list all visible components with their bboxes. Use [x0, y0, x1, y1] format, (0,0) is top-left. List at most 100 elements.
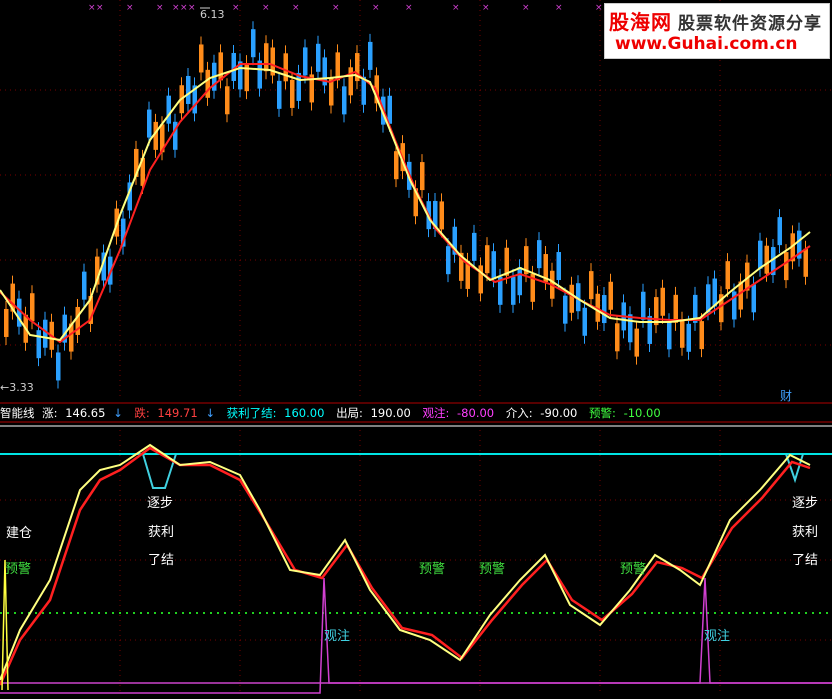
candle-body	[504, 247, 509, 276]
candle-body	[420, 162, 425, 191]
candle-body	[556, 252, 561, 281]
candle-body	[673, 294, 678, 323]
candle-body	[582, 307, 587, 336]
candle-body	[680, 319, 685, 348]
candle-body	[706, 284, 711, 313]
top-x-marker: ×	[452, 3, 460, 13]
annotation-warning: 预警	[620, 562, 647, 577]
low-price-marker: ←3.33	[0, 381, 34, 394]
candle-body	[485, 245, 490, 274]
indicator-name: 智能线	[0, 406, 35, 420]
candle-body	[342, 86, 347, 115]
annotation-watch: 观注	[324, 629, 351, 644]
candle-body	[296, 72, 301, 101]
candle-body	[686, 323, 691, 352]
legend-fall: 跌: 149.71 ↓	[134, 406, 215, 420]
indicator-title-bar: 智能线 涨: 146.65 ↓ 跌: 149.71 ↓ 获利了结: 160.00…	[0, 405, 669, 421]
candle-body	[777, 217, 782, 246]
legend-watch: 观注: -80.00	[422, 406, 495, 420]
candle-body	[667, 321, 672, 350]
top-x-marker: ×	[126, 3, 134, 13]
candle-body	[472, 232, 477, 261]
logo-tagline: 股票软件资源分享	[678, 14, 822, 34]
site-logo[interactable]: 股海网 股票软件资源分享 www.Guhai.com.cn	[604, 3, 830, 59]
candle-body	[166, 95, 171, 124]
build-position-spike	[1, 559, 9, 691]
candle-body	[758, 240, 763, 269]
candle-body	[569, 284, 574, 313]
candle-body	[251, 29, 256, 58]
candle-body	[615, 323, 620, 352]
candle-body	[30, 293, 35, 322]
annotation-gradual: 逐步	[792, 496, 819, 511]
candle-body	[608, 281, 613, 310]
top-x-marker: ×	[292, 3, 300, 13]
legend-take-profit: 获利了结: 160.00	[226, 406, 325, 420]
candle-body	[654, 297, 659, 326]
legend-entry: 介入: -90.00	[505, 406, 578, 420]
top-x-marker: ×	[156, 3, 164, 13]
candle-body	[602, 295, 607, 324]
candle-body	[218, 52, 223, 81]
candle-body	[803, 248, 808, 277]
candle-body	[36, 330, 41, 359]
candle-body	[316, 43, 321, 72]
logo-url: www.Guhai.com.cn	[615, 34, 798, 54]
top-x-marker: ×	[172, 3, 180, 13]
logo-brand: 股海网	[609, 10, 672, 34]
candle-body	[660, 287, 665, 316]
legend-warning: 预警: -10.00	[589, 406, 661, 420]
candle-body	[186, 75, 191, 104]
top-x-marker: ×	[332, 3, 340, 13]
annotation-warning: 预警	[5, 562, 32, 577]
candle-body	[277, 80, 282, 109]
annotation-take-profit: 获利	[148, 525, 175, 540]
candle-body	[634, 328, 639, 357]
candle-body	[4, 308, 9, 337]
annotation-build-position: 建仓	[6, 526, 33, 541]
annotation-take-profit: 获利	[792, 525, 819, 540]
top-x-marker: ×	[522, 3, 530, 13]
top-x-marker: ×	[96, 3, 104, 13]
top-x-marker: ×	[405, 3, 413, 13]
annotation-warning: 预警	[419, 562, 446, 577]
candle-body	[82, 271, 87, 300]
candle-body	[290, 79, 295, 108]
top-x-marker: ×	[262, 3, 270, 13]
candle-body	[147, 109, 152, 138]
candle-body	[56, 352, 61, 381]
stock-chart[interactable]: ×××××××××××××××××××××× 6.13 ←3.33 财	[0, 0, 832, 699]
top-x-marker: ×	[88, 3, 96, 13]
top-x-marker: ×	[188, 3, 196, 13]
indicator-rise-line	[0, 443, 811, 681]
candle-body	[641, 291, 646, 320]
annotation-gradual: 逐步	[147, 496, 174, 511]
candle-body	[589, 271, 594, 300]
top-x-marker: ×	[555, 3, 563, 13]
slow-moving-average-line	[0, 63, 811, 344]
logo-brand-row: 股海网 股票软件资源分享	[609, 6, 822, 35]
candle-body	[764, 245, 769, 274]
candle-body	[751, 284, 756, 313]
legend-exit: 出局: 190.00	[336, 406, 411, 420]
annotation-warning: 预警	[479, 562, 506, 577]
event-marker-cai[interactable]: 财	[780, 389, 792, 403]
top-x-marker: ×	[595, 3, 603, 13]
candle-body	[517, 267, 522, 296]
candle-body	[478, 265, 483, 294]
candle-body	[628, 314, 633, 343]
candle-body	[563, 295, 568, 324]
top-x-marker: ×	[180, 3, 188, 13]
top-x-marker: ×	[482, 3, 490, 13]
candle-body	[43, 319, 48, 348]
candle-body	[699, 321, 704, 350]
annotation-watch: 观注	[704, 629, 731, 644]
candle-body	[491, 251, 496, 280]
fast-moving-average-line	[0, 66, 811, 342]
candle-body	[283, 53, 288, 82]
candle-body	[368, 41, 373, 70]
candle-body	[264, 43, 269, 72]
indicator-fall-line	[0, 446, 811, 686]
legend-rise: 涨: 146.65 ↓	[42, 406, 123, 420]
annotation-close-out: 了结	[148, 553, 175, 568]
